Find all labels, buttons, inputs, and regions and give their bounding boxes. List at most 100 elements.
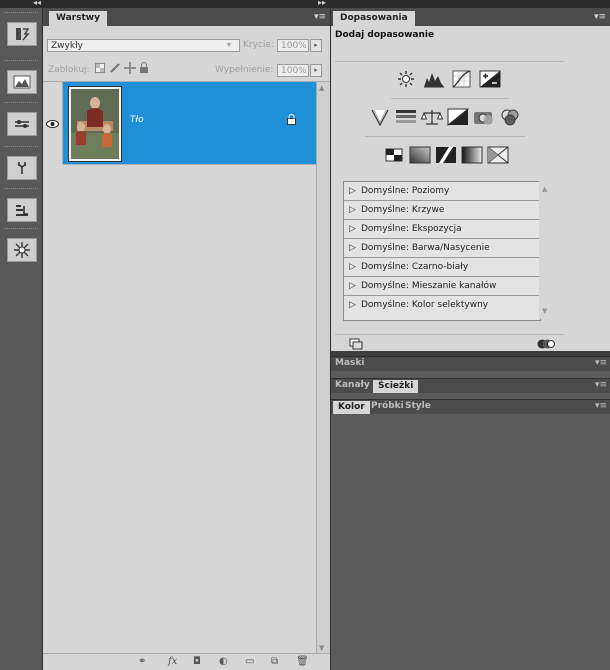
tab-styles[interactable]: Style bbox=[405, 401, 431, 411]
opacity-field[interactable]: 100% bbox=[277, 39, 309, 52]
layers-scrollbar[interactable]: ▲ ▼ bbox=[316, 82, 330, 654]
add-mask-icon[interactable]: ◘ bbox=[193, 656, 201, 667]
gradient-map-icon[interactable] bbox=[461, 146, 483, 164]
hue-saturation-icon[interactable] bbox=[395, 108, 417, 126]
black-white-icon[interactable] bbox=[447, 108, 470, 127]
fill-field[interactable]: 100% bbox=[277, 64, 309, 77]
tab-channels[interactable]: Kanały bbox=[335, 380, 370, 390]
fill-label: Wypełnienie: bbox=[215, 65, 274, 75]
grip[interactable] bbox=[4, 228, 38, 231]
trash-icon[interactable]: 🗑 bbox=[296, 656, 309, 667]
grip[interactable] bbox=[4, 146, 38, 149]
list-item[interactable]: ▷ Domyślne: Krzywe bbox=[344, 201, 540, 220]
new-group-icon[interactable]: ▭ bbox=[245, 656, 254, 667]
histogram-icon[interactable] bbox=[7, 70, 37, 94]
visibility-channels-icon[interactable] bbox=[537, 338, 555, 353]
adjustment-layer-icon[interactable]: ◐ bbox=[219, 656, 228, 667]
list-item[interactable]: ▷ Domyślne: Czarno-biały bbox=[344, 258, 540, 277]
panel-menu-icon[interactable]: ▾≡ bbox=[595, 380, 607, 390]
expand-triangle-icon[interactable]: ▷ bbox=[349, 182, 356, 201]
lock-position-icon[interactable] bbox=[124, 62, 136, 77]
list-item[interactable]: ▷ Domyślne: Ekspozycja bbox=[344, 220, 540, 239]
invert-icon[interactable] bbox=[383, 146, 405, 164]
scroll-up-icon[interactable]: ▲ bbox=[319, 84, 324, 92]
opacity-arrow-button[interactable]: ▸ bbox=[310, 39, 322, 52]
expand-right-icon[interactable]: ▸▸ bbox=[318, 0, 326, 7]
navigator-icon[interactable] bbox=[7, 238, 37, 262]
tab-layers[interactable]: Warstwy bbox=[49, 11, 107, 26]
grip[interactable] bbox=[4, 12, 38, 15]
eye-icon[interactable] bbox=[46, 120, 59, 131]
presets-scrollbar[interactable]: ▲ ▼ bbox=[539, 181, 552, 319]
new-layer-icon[interactable]: ⧉ bbox=[271, 656, 278, 667]
lock-all-icon[interactable] bbox=[139, 62, 149, 77]
masks-panel-header[interactable]: Maski ▾≡ bbox=[331, 356, 610, 371]
panel-menu-icon[interactable]: ▾≡ bbox=[594, 12, 606, 22]
blend-mode-select[interactable]: Zwykły bbox=[47, 39, 240, 52]
expand-triangle-icon[interactable]: ▷ bbox=[349, 220, 356, 239]
posterize-icon[interactable] bbox=[409, 146, 431, 164]
panel-menu-icon[interactable]: ▾≡ bbox=[314, 12, 326, 22]
link-layers-icon[interactable]: ⚭ bbox=[138, 656, 146, 667]
layers-footer: ⚭ fx ◘ ◐ ▭ ⧉ 🗑 bbox=[43, 653, 330, 670]
selective-color-icon[interactable] bbox=[487, 146, 509, 164]
top-bar: ◂◂ ▸▸ bbox=[0, 0, 610, 8]
scroll-up-icon[interactable]: ▲ bbox=[542, 185, 547, 193]
expand-triangle-icon[interactable]: ▷ bbox=[349, 258, 356, 277]
grip[interactable] bbox=[4, 60, 38, 63]
list-item[interactable]: ▷ Domyślne: Mieszanie kanałów bbox=[344, 277, 540, 296]
threshold-icon[interactable] bbox=[435, 146, 457, 164]
visibility-column bbox=[43, 82, 63, 164]
tab-swatches[interactable]: Próbki bbox=[371, 401, 404, 411]
expand-triangle-icon[interactable]: ▷ bbox=[349, 277, 356, 296]
fx-icon[interactable]: fx bbox=[168, 656, 177, 667]
adjustments-tabbar: Dopasowania ▾≡ bbox=[331, 8, 610, 26]
clone-source-icon[interactable] bbox=[7, 156, 37, 180]
collapse-left-icon[interactable]: ◂◂ bbox=[33, 0, 41, 7]
color-balance-icon[interactable] bbox=[420, 108, 444, 126]
adjustments-heading: Dodaj dopasowanie bbox=[335, 30, 435, 40]
layer-thumbnail bbox=[68, 86, 122, 162]
lock-icon bbox=[287, 114, 296, 128]
expand-triangle-icon[interactable]: ▷ bbox=[349, 239, 356, 258]
grip[interactable] bbox=[4, 188, 38, 191]
brushes-icon[interactable] bbox=[7, 112, 37, 136]
lock-transparent-icon[interactable] bbox=[95, 63, 105, 76]
divider bbox=[391, 98, 509, 99]
opacity-label: Krycie: bbox=[243, 40, 274, 50]
list-item[interactable]: ▷ Domyślne: Barwa/Nasycenie bbox=[344, 239, 540, 258]
scroll-down-icon[interactable]: ▼ bbox=[542, 307, 547, 315]
exposure-icon[interactable] bbox=[479, 70, 501, 88]
photo-filter-icon[interactable] bbox=[473, 108, 495, 126]
lock-pixels-icon[interactable] bbox=[109, 62, 121, 77]
tool-presets-icon[interactable] bbox=[7, 198, 37, 222]
tab-paths[interactable]: Ścieżki bbox=[373, 380, 419, 393]
vibrance-icon[interactable] bbox=[369, 108, 391, 127]
chevron-down-icon: ▾ bbox=[227, 40, 232, 49]
layer-name[interactable]: Tło bbox=[130, 115, 144, 125]
brightness-icon[interactable] bbox=[395, 70, 417, 88]
lock-label: Zablokuj: bbox=[48, 65, 90, 75]
expand-triangle-icon[interactable]: ▷ bbox=[349, 201, 356, 220]
tab-color[interactable]: Kolor bbox=[333, 401, 370, 414]
expand-triangle-icon[interactable]: ▷ bbox=[349, 296, 356, 315]
scroll-down-icon[interactable]: ▼ bbox=[319, 644, 324, 652]
panel-menu-icon[interactable]: ▾≡ bbox=[595, 401, 607, 411]
curves-icon[interactable] bbox=[451, 70, 473, 88]
list-item[interactable]: ▷ Domyślne: Poziomy bbox=[344, 182, 540, 201]
tab-masks[interactable]: Maski bbox=[335, 358, 364, 368]
fill-arrow-button[interactable]: ▸ bbox=[310, 64, 322, 77]
divider bbox=[365, 136, 525, 137]
divider bbox=[335, 334, 564, 335]
levels-icon[interactable] bbox=[423, 70, 445, 88]
channel-mixer-icon[interactable] bbox=[499, 108, 521, 126]
grip[interactable] bbox=[4, 102, 38, 105]
history-icon[interactable] bbox=[7, 22, 37, 46]
color-panel-header[interactable]: Kolor Próbki Style ▾≡ bbox=[331, 399, 610, 414]
list-item[interactable]: ▷ Domyślne: Kolor selektywny bbox=[344, 296, 540, 315]
panel-menu-icon[interactable]: ▾≡ bbox=[595, 358, 607, 368]
tab-adjustments[interactable]: Dopasowania bbox=[333, 11, 415, 26]
layer-row[interactable]: Tło bbox=[63, 82, 316, 165]
channels-panel-header[interactable]: Kanały Ścieżki ▾≡ bbox=[331, 378, 610, 393]
clip-to-layer-icon[interactable] bbox=[349, 338, 363, 353]
